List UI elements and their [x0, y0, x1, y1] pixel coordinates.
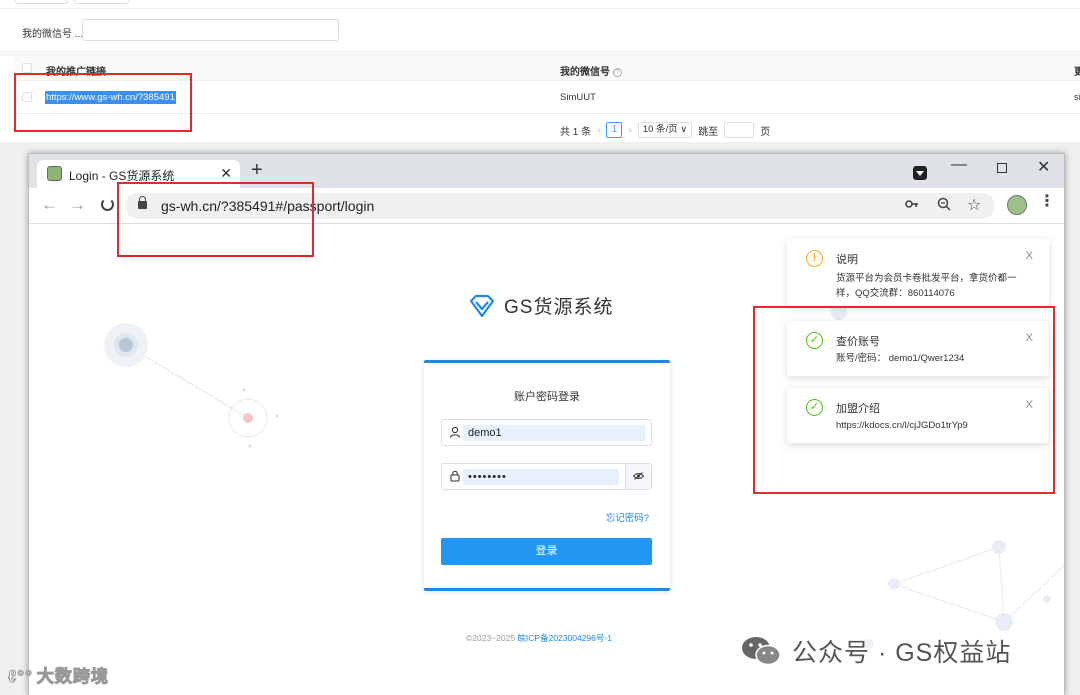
zoom-icon[interactable]: [937, 197, 951, 215]
filter-label: 我的微信号 ...: [22, 29, 84, 40]
notification: ! 说明 货源平台为会员卡卷批发平台，拿货价都一样，QQ交流群：86011407…: [787, 239, 1049, 306]
watermark-left: ℓ°° 大数跨境: [8, 662, 109, 687]
forward-icon[interactable]: →: [69, 196, 86, 214]
total-count: 共 1 条: [560, 126, 592, 138]
pagination: 共 1 条 ‹ 1 › 10 条/页 ∨ 跳至 页: [560, 118, 770, 142]
login-card-title: 账户密码登录: [514, 391, 580, 403]
annotation-box: [753, 306, 1055, 494]
page-size-select[interactable]: 10 条/页 ∨: [637, 122, 693, 138]
eye-icon[interactable]: [625, 464, 651, 489]
watermark-logo-icon: ℓ°°: [8, 667, 33, 687]
jump-input[interactable]: [724, 122, 755, 138]
footer: ©2023~2025 皖ICP备2023004296号-1: [466, 632, 612, 644]
icp-link[interactable]: 皖ICP备2023004296号-1: [517, 633, 612, 643]
login-button[interactable]: 登录: [441, 538, 652, 565]
next-page-button[interactable]: ›: [628, 125, 631, 136]
warning-icon: !: [806, 250, 823, 267]
forgot-password-link[interactable]: 忘记密码?: [606, 510, 649, 524]
page-suffix: 页: [760, 126, 771, 138]
jump-label: 跳至: [698, 126, 719, 138]
wechat-cell: SimUUT: [560, 92, 596, 103]
reload-icon[interactable]: [101, 198, 114, 211]
wechat-icon: [742, 637, 781, 666]
username-value[interactable]: demo1: [463, 425, 645, 441]
maximize-button[interactable]: [997, 163, 1007, 173]
lock-icon: [450, 470, 460, 482]
login-card: 账户密码登录 demo1 •••••••• 忘记密码? 登录: [424, 360, 670, 591]
new-tab-button[interactable]: +: [251, 160, 263, 180]
profile-icon[interactable]: [1007, 195, 1027, 215]
brand-name: GS货源系统: [504, 297, 614, 318]
password-field[interactable]: ••••••••: [441, 463, 652, 490]
extra-cell: si: [1074, 92, 1080, 103]
key-icon[interactable]: [905, 197, 919, 215]
header-wechat-label: 我的微信号: [560, 67, 610, 78]
tab-search-icon[interactable]: [913, 166, 927, 180]
tab-close-icon[interactable]: ✕: [220, 165, 232, 182]
annotation-box: [117, 182, 314, 257]
close-icon[interactable]: X: [1026, 250, 1033, 262]
wechat-filter-input[interactable]: [82, 19, 339, 41]
help-icon[interactable]: ?: [613, 67, 622, 77]
menu-icon[interactable]: ⋮: [1039, 194, 1055, 210]
watermark-left-text: 大数跨境: [36, 667, 109, 687]
annotation-box: [14, 73, 192, 132]
page-number[interactable]: 1: [606, 122, 623, 138]
username-field[interactable]: demo1: [441, 419, 652, 446]
brand: GS货源系统: [469, 292, 613, 319]
header-wechat: 我的微信号?: [560, 63, 622, 78]
star-icon[interactable]: ☆: [967, 195, 981, 215]
minimize-button[interactable]: —: [951, 156, 967, 174]
password-value[interactable]: ••••••••: [463, 469, 619, 485]
back-icon[interactable]: ←: [41, 196, 58, 214]
select-all-checkbox[interactable]: [22, 63, 32, 73]
notification-title: 说明: [836, 254, 858, 266]
watermark-right: 公众号 · GS权益站: [740, 633, 1011, 669]
window-close-button[interactable]: ✕: [1037, 157, 1050, 177]
bg-tab[interactable]: [74, 0, 130, 4]
header-more: 更: [1074, 67, 1080, 78]
prev-page-button[interactable]: ‹: [597, 125, 600, 136]
favicon-icon: [47, 166, 62, 181]
user-icon: [449, 426, 461, 438]
footer-copyright: ©2023~2025: [466, 633, 518, 643]
brand-logo-icon: [469, 294, 495, 317]
bg-tab[interactable]: [14, 0, 68, 4]
filter-bar: 我的微信号 ...: [0, 8, 1080, 50]
watermark-right-text: 公众号 · GS权益站: [792, 639, 1012, 667]
notification-body: 货源平台为会员卡卷批发平台，拿货价都一样，QQ交流群：860114076: [836, 273, 1017, 299]
